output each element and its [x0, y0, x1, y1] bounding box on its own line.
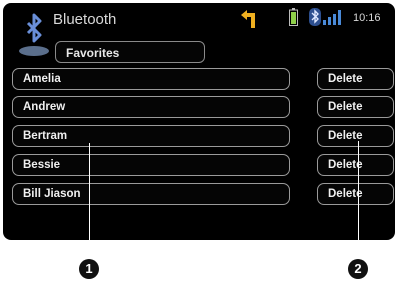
contact-row-bill-jiason[interactable]: Bill Jiason [12, 183, 290, 205]
delete-button-amelia[interactable]: Delete [317, 68, 394, 90]
tab-favorites[interactable]: Favorites [55, 41, 205, 63]
callout-2-line [358, 141, 359, 259]
contact-row-andrew[interactable]: Andrew [12, 96, 290, 118]
delete-button-bessie[interactable]: Delete [317, 154, 394, 176]
contact-row-bessie[interactable]: Bessie [12, 154, 290, 176]
bluetooth-icon [309, 8, 321, 26]
signal-bars-icon [323, 10, 341, 25]
delete-button-bertram[interactable]: Delete [317, 125, 394, 147]
contact-row-amelia[interactable]: Amelia [12, 68, 290, 90]
status-clock: 10:16 [353, 12, 381, 24]
battery-icon [289, 8, 298, 26]
callout-1-badge: 1 [79, 259, 99, 279]
delete-button-andrew[interactable]: Delete [317, 96, 394, 118]
callout-1-line [89, 143, 90, 259]
navigation-arrow-icon [241, 10, 255, 28]
bluetooth-logo-icon [19, 13, 49, 56]
app-title: Bluetooth [53, 11, 117, 28]
contact-row-bertram[interactable]: Bertram [12, 125, 290, 147]
delete-button-bill-jiason[interactable]: Delete [317, 183, 394, 205]
callout-2-badge: 2 [348, 259, 368, 279]
phone-screen: Bluetooth 10:16 Favorites Amelia Delete … [3, 3, 395, 240]
